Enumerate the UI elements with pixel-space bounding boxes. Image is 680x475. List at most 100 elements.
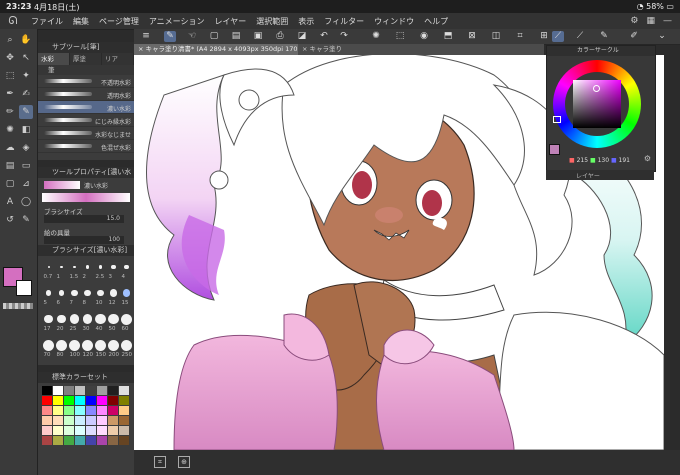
zoom-icon[interactable]: ⌕ bbox=[3, 33, 17, 47]
deselect-icon[interactable]: ⊠ bbox=[466, 31, 478, 42]
hue-ring[interactable] bbox=[553, 60, 641, 148]
fill-icon[interactable]: ◉ bbox=[418, 31, 430, 42]
brush-size-dot[interactable] bbox=[69, 314, 80, 324]
color-swatch[interactable] bbox=[119, 386, 129, 395]
current-color-swatch[interactable] bbox=[549, 144, 560, 155]
menu-animation[interactable]: アニメーション bbox=[144, 16, 210, 27]
menu-window[interactable]: ウィンドウ bbox=[369, 16, 419, 27]
undo-icon[interactable]: ↶ bbox=[318, 31, 330, 42]
brush-size-dot[interactable] bbox=[95, 313, 106, 325]
settings-icon[interactable]: ⚙ bbox=[644, 154, 651, 163]
airbrush-icon[interactable]: ✺ bbox=[3, 123, 17, 137]
blend-icon[interactable]: ☁ bbox=[3, 141, 17, 155]
layer-panel-bar[interactable]: レイヤー bbox=[546, 170, 654, 180]
brush-size-dot[interactable] bbox=[43, 339, 54, 351]
open-file-icon[interactable]: ▤ bbox=[230, 31, 242, 42]
brush-item[interactable]: 透明水彩 bbox=[38, 88, 134, 101]
color-swatch[interactable] bbox=[53, 416, 63, 425]
pen-pressure-icon[interactable]: ✎ bbox=[598, 31, 610, 42]
brush-size-slider[interactable]: 15.0 bbox=[44, 215, 124, 223]
transparent-color-swatch[interactable] bbox=[3, 303, 33, 309]
brush-size-dot[interactable] bbox=[121, 339, 132, 351]
color-swatch[interactable] bbox=[108, 386, 118, 395]
minimize-icon[interactable]: — bbox=[663, 16, 672, 26]
brush-icon[interactable]: ✐ bbox=[628, 31, 640, 42]
menu-edit[interactable]: 編集 bbox=[68, 16, 94, 27]
fill-tool-icon[interactable]: ◈ bbox=[19, 141, 33, 155]
color-swatch[interactable] bbox=[75, 406, 85, 415]
brush-size-dot[interactable] bbox=[85, 265, 90, 269]
brush-size-dot[interactable] bbox=[108, 313, 119, 325]
tab-watercolor[interactable]: 水彩 bbox=[38, 53, 70, 65]
brush-size-dot[interactable] bbox=[56, 339, 67, 351]
color-swatch[interactable] bbox=[53, 386, 63, 395]
pencil-tool-icon[interactable]: ✏ bbox=[3, 105, 17, 119]
rotate-icon[interactable]: ⊕ bbox=[178, 456, 190, 468]
color-swatch[interactable] bbox=[42, 396, 52, 405]
color-swatch[interactable] bbox=[42, 406, 52, 415]
brush-item[interactable]: にじみ縁水彩 bbox=[38, 114, 134, 127]
color-swatch[interactable] bbox=[108, 436, 118, 445]
color-swatch[interactable] bbox=[97, 396, 107, 405]
gradient-icon[interactable]: ▤ bbox=[3, 159, 17, 173]
color-swatch[interactable] bbox=[97, 426, 107, 435]
lasso-icon[interactable]: ✎ bbox=[19, 213, 33, 227]
close-icon[interactable]: × bbox=[138, 45, 143, 53]
brush-item-selected[interactable]: 濃い水彩 bbox=[38, 101, 134, 114]
brush-size-dot[interactable] bbox=[44, 314, 53, 324]
brush-size-dot[interactable] bbox=[122, 289, 131, 297]
balloon-icon[interactable]: ◯ bbox=[19, 195, 33, 209]
settings-icon[interactable]: ⚙ bbox=[630, 16, 638, 26]
brush-size-dot[interactable] bbox=[121, 313, 132, 325]
color-swatch[interactable] bbox=[42, 416, 52, 425]
brush-size-dot[interactable] bbox=[111, 264, 116, 270]
color-swatch[interactable] bbox=[64, 386, 74, 395]
invert-icon[interactable]: ◫ bbox=[490, 31, 502, 42]
brush-size-dot[interactable] bbox=[84, 289, 91, 297]
menu-help[interactable]: ヘルプ bbox=[419, 16, 453, 27]
menu-filter[interactable]: フィルター bbox=[319, 16, 369, 27]
color-swatch[interactable] bbox=[119, 396, 129, 405]
color-swatch[interactable] bbox=[64, 436, 74, 445]
color-swatch[interactable] bbox=[53, 426, 63, 435]
brush-tool-icon[interactable]: ✎ bbox=[19, 105, 33, 119]
color-swatch[interactable] bbox=[97, 416, 107, 425]
ruler-tool-icon[interactable]: ⊿ bbox=[19, 177, 33, 191]
move-icon[interactable]: ✥ bbox=[3, 51, 17, 65]
brush-size-dot[interactable] bbox=[109, 289, 118, 297]
pen-mode-icon[interactable]: ✎ bbox=[164, 31, 176, 42]
color-swatch[interactable] bbox=[75, 416, 85, 425]
erase-icon[interactable]: ◪ bbox=[296, 31, 308, 42]
brush-size-dot[interactable] bbox=[73, 265, 76, 269]
hand-tool-icon[interactable]: ✋ bbox=[19, 33, 33, 47]
color-swatch[interactable] bbox=[53, 396, 63, 405]
color-swatch[interactable] bbox=[119, 436, 129, 445]
brush-size-dot[interactable] bbox=[108, 339, 119, 351]
menu-page[interactable]: ページ管理 bbox=[94, 16, 144, 27]
correct-line-icon[interactable]: ↺ bbox=[3, 213, 17, 227]
brush-size-dot[interactable] bbox=[69, 339, 80, 351]
color-swatch[interactable] bbox=[53, 406, 63, 415]
text-icon[interactable]: A bbox=[3, 195, 17, 209]
ruler-icon[interactable]: ⟋ bbox=[552, 31, 564, 42]
tab-real[interactable]: リア bbox=[102, 53, 134, 65]
hue-cursor[interactable] bbox=[553, 116, 561, 123]
redo-icon[interactable]: ↷ bbox=[338, 31, 350, 42]
brush-size-dot[interactable] bbox=[95, 339, 106, 351]
color-swatch[interactable] bbox=[86, 406, 96, 415]
figure-icon[interactable]: ▭ bbox=[19, 159, 33, 173]
menu-layer[interactable]: レイヤー bbox=[210, 16, 252, 27]
color-swatch[interactable] bbox=[86, 386, 96, 395]
brush-size-dot[interactable] bbox=[124, 264, 129, 270]
color-swatch[interactable] bbox=[86, 416, 96, 425]
color-swatch[interactable] bbox=[86, 396, 96, 405]
hand-icon[interactable]: ☜ bbox=[186, 31, 198, 42]
select-tool-icon[interactable]: ⬚ bbox=[3, 69, 17, 83]
menu-view[interactable]: 表示 bbox=[293, 16, 319, 27]
color-swatch[interactable] bbox=[97, 386, 107, 395]
crop-icon[interactable]: ⌗ bbox=[514, 31, 526, 42]
brush-size-dot[interactable] bbox=[57, 314, 66, 324]
brush-size-dot[interactable] bbox=[97, 289, 104, 297]
color-swatch[interactable] bbox=[64, 416, 74, 425]
hamburger-icon[interactable]: ≡ bbox=[140, 31, 152, 42]
